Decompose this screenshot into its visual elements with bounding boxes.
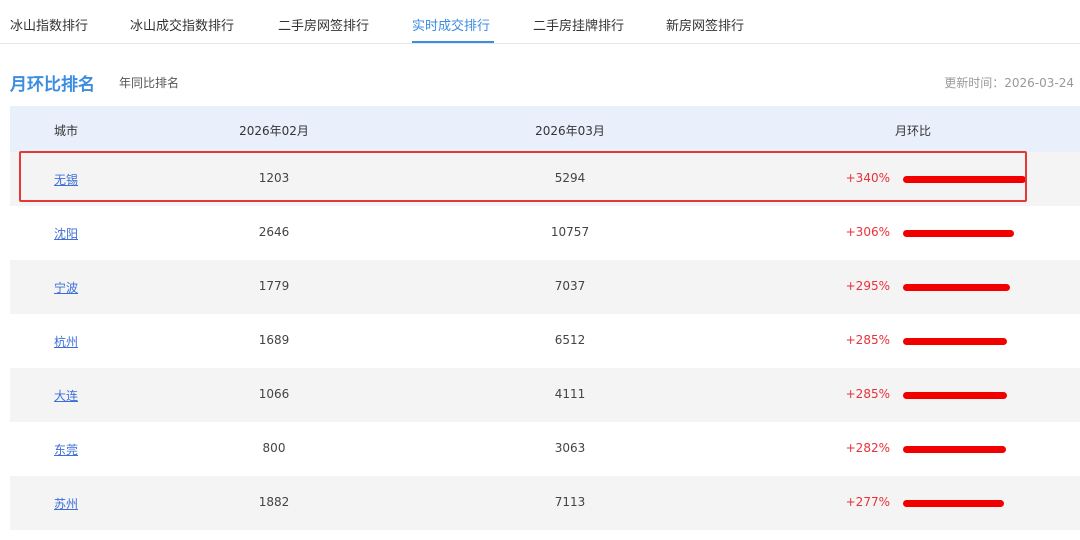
table-row[interactable]: 无锡 1203 5294 +340%	[10, 152, 1080, 206]
feb-value: 1882	[258, 495, 290, 509]
feb-value: 1689	[258, 333, 290, 347]
mar-value: 6512	[554, 333, 586, 347]
mar-value: 3063	[554, 441, 586, 455]
mom-bar	[903, 338, 1007, 345]
header-mom: 月环比	[894, 124, 932, 138]
mar-value: 4111	[554, 387, 586, 401]
mom-percent: +295%	[845, 279, 890, 293]
table-row[interactable]: 东莞 800 3063 +282%	[10, 422, 1080, 476]
tab-second-hand-listing[interactable]: 二手房挂牌排行	[533, 15, 624, 34]
table-row[interactable]: 沈阳 2646 10757 +306%	[10, 206, 1080, 260]
header-feb: 2026年02月	[239, 124, 309, 138]
city-link[interactable]: 无锡	[54, 171, 78, 188]
tab-realtime-deal[interactable]: 实时成交排行	[412, 15, 490, 34]
mar-value: 10757	[550, 225, 590, 239]
table-header: 城市 2026年02月 2026年03月 月环比	[10, 106, 1080, 152]
header-city: 城市	[54, 124, 79, 138]
table-row[interactable]: 杭州 1689 6512 +285%	[10, 314, 1080, 368]
mom-bar	[903, 176, 1026, 183]
sub-tab-yoy[interactable]: 年同比排名	[119, 74, 179, 91]
mar-value: 7113	[554, 495, 586, 509]
table-row[interactable]: 大连 1066 4111 +285%	[10, 368, 1080, 422]
city-link[interactable]: 沈阳	[54, 225, 78, 242]
mom-percent: +277%	[845, 495, 890, 509]
mom-bar	[903, 284, 1010, 291]
tab-iceberg-deal-index[interactable]: 冰山成交指数排行	[130, 15, 234, 34]
table-row[interactable]: 宁波 1779 7037 +295%	[10, 260, 1080, 314]
city-link[interactable]: 宁波	[54, 279, 78, 296]
mom-percent: +340%	[845, 171, 890, 185]
mom-percent: +306%	[845, 225, 890, 239]
section-title[interactable]: 月环比排名	[10, 70, 95, 95]
update-time: 更新时间：2026-03-24	[944, 76, 1074, 90]
mar-value: 7037	[554, 279, 586, 293]
mom-bar	[903, 230, 1014, 237]
table-row[interactable]: 苏州 1882 7113 +277%	[10, 476, 1080, 530]
city-link[interactable]: 杭州	[54, 333, 78, 350]
tab-iceberg-index[interactable]: 冰山指数排行	[10, 15, 88, 34]
mom-bar	[903, 446, 1006, 453]
feb-value: 800	[262, 441, 286, 455]
city-link[interactable]: 苏州	[54, 495, 78, 512]
header-mar: 2026年03月	[535, 124, 605, 138]
tab-new-house-contract[interactable]: 新房网签排行	[666, 15, 744, 34]
mom-percent: +282%	[845, 441, 890, 455]
city-link[interactable]: 东莞	[54, 441, 78, 458]
city-link[interactable]: 大连	[54, 387, 78, 404]
active-tab-underline	[412, 41, 494, 43]
feb-value: 1779	[258, 279, 290, 293]
feb-value: 1066	[258, 387, 290, 401]
feb-value: 1203	[258, 171, 290, 185]
mom-percent: +285%	[845, 333, 890, 347]
mom-bar	[903, 392, 1007, 399]
ranking-tabs: 冰山指数排行 冰山成交指数排行 二手房网签排行 实时成交排行 二手房挂牌排行 新…	[0, 0, 1080, 44]
mom-percent: +285%	[845, 387, 890, 401]
tab-second-hand-contract[interactable]: 二手房网签排行	[278, 15, 369, 34]
mar-value: 5294	[554, 171, 586, 185]
mom-bar	[903, 500, 1004, 507]
feb-value: 2646	[258, 225, 290, 239]
